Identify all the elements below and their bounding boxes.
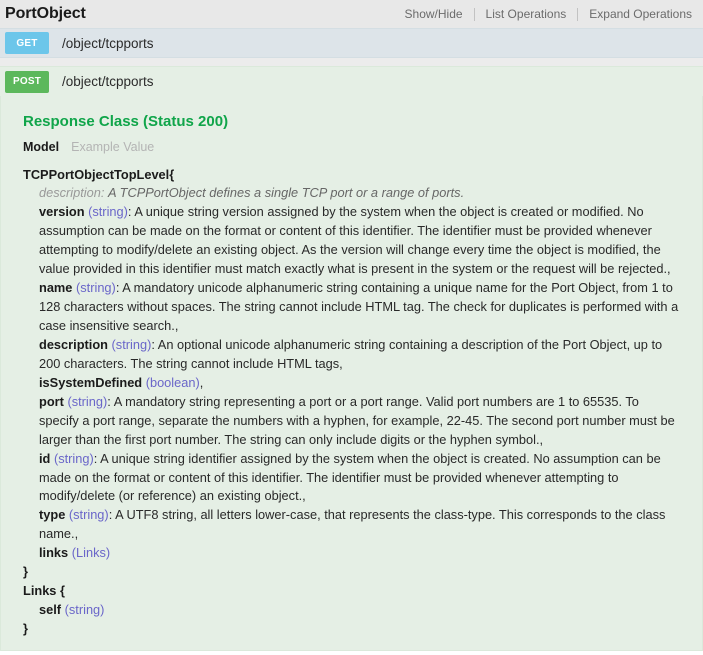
property-description: A mandatory string representing a port o… [39,393,675,447]
operation-row-post[interactable]: POST /object/tcpports [0,66,703,96]
tab-example-value[interactable]: Example Value [71,140,154,154]
resource-header: PortObject Show/Hide List Operations Exp… [0,0,703,28]
description-label: description: [39,185,105,201]
model-property-description: description (string): An optional unicod… [39,336,680,374]
model-property-port: port (string): A mandatory string repres… [39,393,680,450]
expand-operations-link[interactable]: Expand Operations [578,8,703,20]
property-name: isSystemDefined [39,374,143,390]
model-property-list: description: A TCPPortObject defines a s… [23,184,680,563]
property-name: id [39,450,51,466]
property-type[interactable]: (string) [88,204,128,219]
property-name: port [39,393,64,409]
model-tab-list: Model Example Value [23,140,680,154]
model-signature: TCPPortObjectTopLevel{ description: A TC… [23,166,680,639]
property-type[interactable]: (string) [112,337,152,352]
links-model-root-line: Links { [23,582,680,601]
property-description: , [199,374,204,390]
resource-options: Show/Hide List Operations Expand Operati… [394,0,703,28]
property-type[interactable]: (string) [69,507,109,522]
operation-path-get[interactable]: /object/tcpports [62,36,154,51]
response-class-heading: Response Class (Status 200) [23,113,229,130]
model-property-issystemdefined: isSystemDefined (boolean), [39,374,680,393]
tab-model[interactable]: Model [23,140,59,154]
model-open-brace: { [169,166,175,182]
links-model-close-brace: } [23,621,28,636]
http-method-badge-post[interactable]: POST [5,70,49,93]
model-property-links: links (Links) [39,544,680,563]
row-gap-divider [0,58,703,66]
model-root-line: TCPPortObjectTopLevel{ [23,166,680,185]
page-title: PortObject [5,5,86,22]
property-description: A mandatory unicode alphanumeric string … [39,280,679,333]
property-type[interactable]: (string) [65,602,105,617]
property-type[interactable]: (string) [76,280,116,295]
operation-path-post[interactable]: /object/tcpports [62,74,154,89]
property-name: type [39,507,66,523]
property-name: links [39,545,69,561]
operation-row-get[interactable]: GET /object/tcpports [0,28,703,58]
property-name: version [39,204,85,220]
model-root-name: TCPPortObjectTopLevel [23,166,170,182]
operation-content-post: Response Class (Status 200) Model Exampl… [0,96,703,651]
property-description: A unique string identifier assigned by t… [39,450,661,504]
model-close-brace: } [23,564,28,580]
links-model-property-list: self (string) [23,601,680,620]
list-operations-link[interactable]: List Operations [475,8,578,20]
model-property-type: type (string): A UTF8 string, all letter… [39,506,680,544]
show-hide-link[interactable]: Show/Hide [394,8,474,20]
description-text: A TCPPortObject defines a single TCP por… [108,185,465,201]
property-type[interactable]: (string) [54,451,94,466]
links-model-open-brace: { [60,583,65,599]
model-property-name: name (string): A mandatory unicode alpha… [39,279,680,336]
property-description: A unique string version assigned by the … [39,204,671,277]
property-description: A UTF8 string, all letters lower-case, t… [39,507,666,542]
links-model-root-name: Links [23,583,57,599]
model-description-line: description: A TCPPortObject defines a s… [39,184,680,203]
property-name: self [39,602,62,618]
property-name: name [39,280,73,296]
model-property-id: id (string): A unique string identifier … [39,450,680,507]
property-type[interactable]: (Links) [72,545,110,560]
model-property-version: version (string): A unique string versio… [39,203,680,279]
property-type[interactable]: (string) [67,394,107,409]
links-model-property-self: self (string) [39,601,680,620]
property-name: description [39,336,108,352]
http-method-badge-get[interactable]: GET [5,32,49,54]
property-type[interactable]: (boolean) [146,375,200,390]
